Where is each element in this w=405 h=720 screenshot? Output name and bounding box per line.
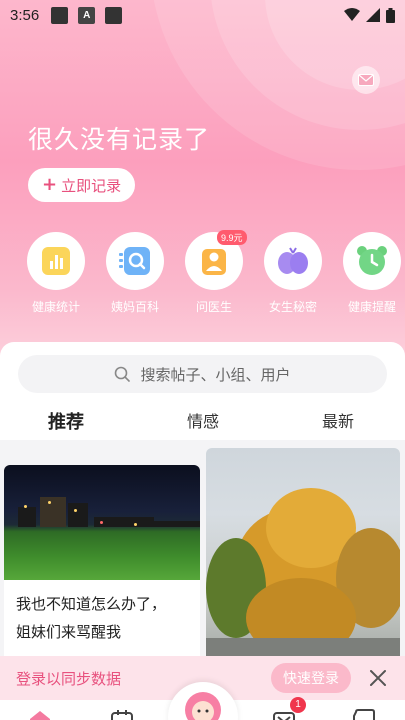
message-count-badge: 1 — [290, 697, 306, 713]
message-button[interactable] — [352, 66, 380, 94]
post-image-autumn-trees[interactable] — [206, 448, 400, 662]
close-icon — [370, 670, 386, 686]
feature-health-stats[interactable]: 健康统计 — [20, 232, 92, 315]
nav-home[interactable] — [28, 708, 52, 720]
bottom-nav: 1 — [0, 682, 405, 720]
feature-label: 健康统计 — [31, 300, 80, 314]
battery-icon — [386, 7, 395, 23]
hero-section: 3:56 A 很久没有记录了 + 立即记录 健康统计 姨妈百科 9.9元 问医生… — [0, 0, 405, 360]
feature-period-wiki[interactable]: 姨妈百科 — [99, 232, 171, 315]
post-text: 我也不知道怎么办了， 姐妹们来骂醒我 — [16, 595, 167, 641]
record-now-button[interactable]: + 立即记录 — [28, 168, 136, 202]
plus-icon: + — [42, 174, 58, 195]
notification-icon — [105, 6, 123, 24]
feature-girl-secrets[interactable]: 女生秘密 — [257, 232, 329, 315]
wifi-icon — [344, 8, 360, 21]
nav-calendar[interactable] — [110, 708, 134, 720]
feature-shortcuts: 健康统计 姨妈百科 9.9元 问医生 女生秘密 健康提醒 — [0, 230, 405, 322]
status-time: 3:56 — [10, 6, 40, 24]
feed-tabs: 推荐 情感 最新 — [0, 404, 405, 440]
quick-login-button[interactable]: 快速登录 — [271, 663, 351, 693]
status-bar: 3:56 A — [0, 0, 405, 30]
nav-profile[interactable] — [352, 708, 376, 720]
mail-icon — [358, 74, 374, 86]
notification-a-icon: A — [78, 6, 96, 24]
signal-icon — [366, 8, 380, 22]
search-book-icon — [119, 247, 150, 275]
feed-grid: 我也不知道怎么办了， 姐妹们来骂醒我 — [0, 440, 405, 662]
price-badge: 9.9元 — [217, 230, 247, 245]
heart-fruit-icon — [278, 247, 308, 274]
doctor-icon — [202, 249, 226, 275]
community-panel: 搜索帖子、小组、用户 推荐 情感 最新 我也不知道怎么办了， 姐妹们来骂醒我 — [0, 342, 405, 662]
post-image — [4, 465, 200, 580]
record-now-label: 立即记录 — [61, 176, 122, 195]
login-prompt: 登录以同步数据 — [16, 669, 122, 688]
tab-recommended[interactable]: 推荐 — [48, 408, 84, 434]
chat-bubble-icon — [353, 709, 375, 720]
feature-health-reminder[interactable]: 健康提醒 — [336, 232, 405, 315]
hero-title: 很久没有记录了 — [28, 125, 211, 154]
feature-ask-doctor[interactable]: 9.9元 问医生 — [178, 230, 250, 315]
feature-label: 健康提醒 — [347, 300, 396, 314]
chart-icon — [42, 247, 70, 275]
tab-emotion[interactable]: 情感 — [187, 408, 219, 432]
search-bar[interactable]: 搜索帖子、小组、用户 — [18, 355, 387, 393]
home-icon — [30, 711, 50, 720]
feature-label: 问医生 — [195, 300, 232, 314]
notification-icon — [51, 6, 69, 24]
avatar-icon — [185, 692, 221, 720]
alarm-clock-icon — [357, 246, 387, 275]
search-placeholder: 搜索帖子、小组、用户 — [140, 365, 291, 384]
search-icon — [115, 366, 131, 382]
feature-label: 姨妈百科 — [110, 300, 159, 314]
close-banner-button[interactable] — [367, 667, 389, 689]
feature-label: 女生秘密 — [268, 300, 317, 314]
calendar-icon — [111, 710, 133, 720]
tab-latest[interactable]: 最新 — [322, 408, 354, 432]
post-card[interactable]: 我也不知道怎么办了， 姐妹们来骂醒我 — [4, 465, 200, 662]
